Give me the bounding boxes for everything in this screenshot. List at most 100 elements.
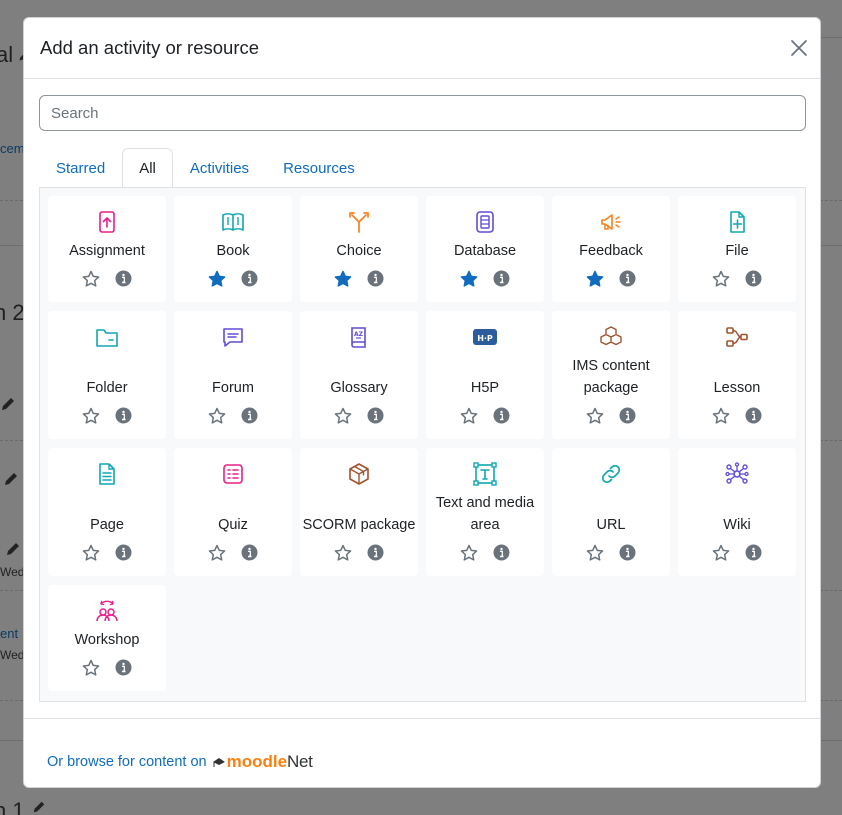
bg-divider xyxy=(0,245,23,246)
star-outline-icon[interactable] xyxy=(82,659,100,677)
activity-name: URL xyxy=(596,517,626,533)
activity-tile[interactable]: Feedback xyxy=(552,196,670,302)
activity-tile[interactable]: Lesson xyxy=(678,311,796,439)
star-filled-icon[interactable] xyxy=(334,270,352,288)
bg-section-title: al xyxy=(0,42,14,67)
activity-tile[interactable]: Folder xyxy=(48,311,166,439)
info-icon[interactable] xyxy=(493,407,510,424)
bg-divider xyxy=(820,740,842,741)
tab-starred[interactable]: Starred xyxy=(39,148,122,188)
info-icon[interactable] xyxy=(745,544,762,561)
tile-actions xyxy=(48,407,166,425)
star-outline-icon[interactable] xyxy=(460,407,478,425)
activity-tile[interactable]: SCORM package xyxy=(300,448,418,576)
activity-tile[interactable]: AZ Glossary xyxy=(300,311,418,439)
activity-tile[interactable]: H·P H5P xyxy=(426,311,544,439)
activity-tile[interactable]: Database xyxy=(426,196,544,302)
bg-section-title: n 1 xyxy=(0,798,25,815)
info-icon[interactable] xyxy=(241,544,258,561)
star-outline-icon[interactable] xyxy=(208,407,226,425)
bg-divider xyxy=(820,37,842,38)
star-outline-icon[interactable] xyxy=(460,544,478,562)
activity-name: Wiki xyxy=(723,517,751,533)
info-icon[interactable] xyxy=(493,544,510,561)
star-filled-icon[interactable] xyxy=(460,270,478,288)
activity-tile[interactable]: Text and media area xyxy=(426,448,544,576)
info-icon[interactable] xyxy=(745,270,762,287)
moodlenet-logo: moodle Net xyxy=(212,752,313,772)
pencil-icon xyxy=(33,801,45,813)
activity-name: Forum xyxy=(212,380,254,396)
wiki-icon xyxy=(725,462,749,484)
modal-title: Add an activity or resource xyxy=(40,37,260,58)
tile-actions xyxy=(552,544,670,562)
quiz-icon xyxy=(223,464,243,484)
info-icon[interactable] xyxy=(619,544,636,561)
activity-name: Choice xyxy=(336,243,382,259)
text-media-icon xyxy=(473,462,497,486)
activity-chooser-modal: Add an activity or resource Starred All … xyxy=(23,17,821,788)
info-icon[interactable] xyxy=(241,407,258,424)
info-icon[interactable] xyxy=(115,270,132,287)
assignment-icon xyxy=(99,211,115,233)
bg-divider xyxy=(820,440,842,441)
activity-name: Feedback xyxy=(579,243,643,259)
info-icon[interactable] xyxy=(115,407,132,424)
activity-tile[interactable]: Choice xyxy=(300,196,418,302)
info-icon[interactable] xyxy=(619,407,636,424)
star-outline-icon[interactable] xyxy=(334,544,352,562)
info-icon[interactable] xyxy=(367,407,384,424)
info-icon[interactable] xyxy=(115,659,132,676)
star-outline-icon[interactable] xyxy=(712,407,730,425)
tab-all[interactable]: All xyxy=(122,148,173,188)
activity-tile[interactable]: IMS content package xyxy=(552,311,670,439)
star-outline-icon[interactable] xyxy=(586,544,604,562)
tab-activities[interactable]: Activities xyxy=(173,148,266,188)
activity-tile[interactable]: File xyxy=(678,196,796,302)
tile-actions xyxy=(174,407,292,425)
tile-actions xyxy=(552,407,670,425)
activity-tile[interactable]: URL xyxy=(552,448,670,576)
activity-tile[interactable]: Assignment xyxy=(48,196,166,302)
activity-tile[interactable]: Wiki xyxy=(678,448,796,576)
graduation-cap-icon xyxy=(212,758,225,767)
activity-grid: Assignment Book Choice Database Feedback File… xyxy=(39,187,806,702)
info-icon[interactable] xyxy=(367,270,384,287)
info-icon[interactable] xyxy=(745,407,762,424)
activity-name: Quiz xyxy=(218,517,248,533)
activity-tile[interactable]: Page xyxy=(48,448,166,576)
activity-tile[interactable]: Book xyxy=(174,196,292,302)
close-icon[interactable] xyxy=(788,37,810,59)
info-icon[interactable] xyxy=(241,270,258,287)
star-outline-icon[interactable] xyxy=(82,407,100,425)
info-icon[interactable] xyxy=(367,544,384,561)
star-outline-icon[interactable] xyxy=(586,407,604,425)
tile-actions xyxy=(426,544,544,562)
star-outline-icon[interactable] xyxy=(82,270,100,288)
bg-link: cem xyxy=(0,141,25,156)
star-outline-icon[interactable] xyxy=(712,544,730,562)
bg-date: Wed xyxy=(0,565,25,579)
activity-tile[interactable]: Workshop xyxy=(48,585,166,691)
bg-divider xyxy=(0,700,23,701)
info-icon[interactable] xyxy=(619,270,636,287)
star-outline-icon[interactable] xyxy=(208,544,226,562)
tab-resources[interactable]: Resources xyxy=(266,148,372,188)
star-outline-icon[interactable] xyxy=(334,407,352,425)
bg-divider xyxy=(820,700,842,701)
search-container xyxy=(39,95,806,131)
search-input[interactable] xyxy=(39,95,806,131)
star-outline-icon[interactable] xyxy=(712,270,730,288)
activity-tile[interactable]: Forum xyxy=(174,311,292,439)
moodlenet-link[interactable]: Or browse for content on moodle Net xyxy=(47,752,313,772)
star-outline-icon[interactable] xyxy=(82,544,100,562)
info-icon[interactable] xyxy=(115,544,132,561)
activity-name: Text and media area xyxy=(435,495,535,533)
bg-divider xyxy=(0,740,23,741)
star-filled-icon[interactable] xyxy=(208,270,226,288)
info-icon[interactable] xyxy=(493,270,510,287)
star-filled-icon[interactable] xyxy=(586,270,604,288)
tile-actions xyxy=(552,270,670,288)
brand-net: Net xyxy=(287,752,313,771)
activity-tile[interactable]: Quiz xyxy=(174,448,292,576)
